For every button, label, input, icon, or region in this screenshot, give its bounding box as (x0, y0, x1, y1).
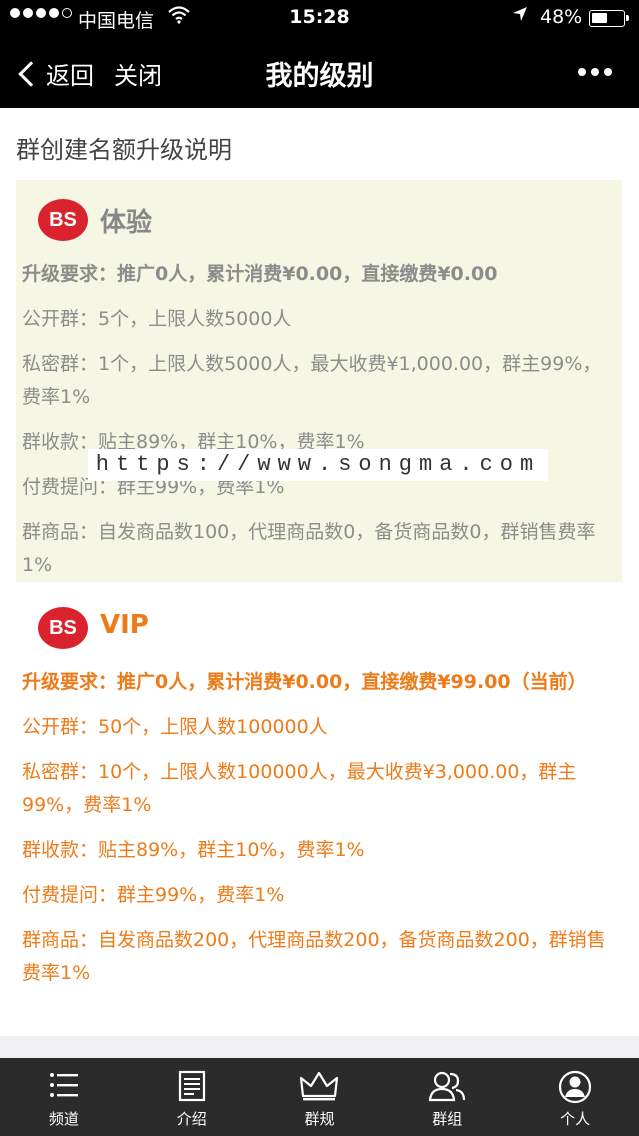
tab-label: 个人 (560, 1110, 591, 1128)
main-content: 群创建名额升级说明 BS 体验 升级要求：推广0人，累计消费¥0.00，直接缴费… (0, 108, 639, 1036)
document-icon (178, 1070, 205, 1102)
public-group-info: 公开群：50个，上限人数100000人 (22, 716, 328, 738)
top-bar: 中国电信 15:28 48% 返回 关闭 我的级别 (0, 0, 639, 108)
tab-rules[interactable]: 群规 (256, 1058, 384, 1136)
battery-icon (589, 10, 629, 27)
tab-label: 群规 (304, 1110, 335, 1128)
tab-label: 群组 (432, 1110, 463, 1128)
upgrade-requirement: 升级要求：推广0人，累计消费¥0.00，直接缴费¥99.00（当前） (22, 671, 587, 693)
level-card-vip: BS VIP 升级要求：推广0人，累计消费¥0.00，直接缴费¥99.00（当前… (16, 588, 622, 1028)
person-icon (558, 1070, 592, 1104)
level-details: 升级要求：推广0人，累计消费¥0.00，直接缴费¥99.00（当前） 公开群：5… (22, 666, 616, 990)
tab-label: 介绍 (176, 1110, 207, 1128)
crown-icon (300, 1071, 339, 1101)
location-arrow-icon (512, 6, 528, 27)
watermark: https://www.songma.com (88, 449, 548, 481)
level-name: VIP (100, 610, 149, 640)
bs-logo: BS (38, 607, 88, 649)
private-group-info: 私密群：1个，上限人数5000人，最大收费¥1,000.00，群主99%，费率1… (22, 353, 602, 408)
level-header: BS 体验 (22, 180, 616, 258)
level-card-trial: BS 体验 升级要求：推广0人，累计消费¥0.00，直接缴费¥0.00 公开群：… (16, 180, 622, 582)
navigation-bar: 返回 关闭 我的级别 (0, 36, 639, 108)
bs-logo: BS (38, 199, 88, 241)
tab-label: 频道 (48, 1110, 79, 1128)
upgrade-requirement: 升级要求：推广0人，累计消费¥0.00，直接缴费¥0.00 (22, 263, 498, 285)
tab-channel[interactable]: 频道 (0, 1058, 128, 1136)
tab-profile[interactable]: 个人 (511, 1058, 639, 1136)
level-details: 升级要求：推广0人，累计消费¥0.00，直接缴费¥0.00 公开群：5个，上限人… (22, 258, 616, 582)
list-icon (49, 1073, 78, 1097)
level-header: BS VIP (22, 588, 616, 666)
group-payment-info: 群收款：贴主89%，群主10%，费率1% (22, 839, 365, 861)
status-bar: 中国电信 15:28 48% (0, 0, 639, 36)
more-options-icon[interactable] (578, 68, 612, 76)
tab-groups[interactable]: 群组 (383, 1058, 511, 1136)
public-group-info: 公开群：5个，上限人数5000人 (22, 308, 292, 330)
group-icon (429, 1071, 466, 1102)
bottom-tab-bar: 频道 介绍 群规 群组 个人 (0, 1058, 639, 1136)
page-title: 我的级别 (265, 61, 374, 92)
battery-percent: 48% (540, 6, 583, 28)
group-goods-info: 群商品：自发商品数100，代理商品数0，备货商品数0，群销售费率1% (22, 521, 596, 576)
section-title: 群创建名额升级说明 (16, 136, 232, 164)
paid-question-info: 付费提问：群主99%，费率1% (22, 884, 285, 906)
group-goods-info: 群商品：自发商品数200，代理商品数200，备货商品数200，群销售费率1% (22, 929, 606, 984)
private-group-info: 私密群：10个，上限人数100000人，最大收费¥3,000.00，群主99%，… (22, 761, 577, 816)
level-name: 体验 (100, 208, 153, 238)
tab-intro[interactable]: 介绍 (128, 1058, 256, 1136)
